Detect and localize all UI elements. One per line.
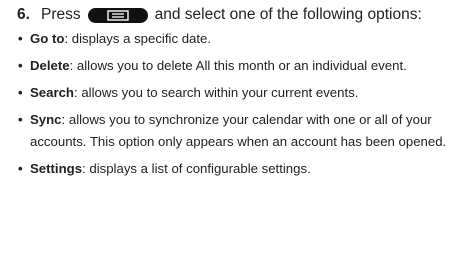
step-text-after: and select one of the following options: (154, 6, 422, 23)
option-term: Delete (30, 58, 70, 73)
option-description: : displays a list of configurable settin… (82, 161, 311, 176)
option-term: Go to (30, 31, 65, 46)
option-description: : allows you to search within your curre… (74, 85, 359, 100)
option-description: : allows you to synchronize your calenda… (30, 112, 447, 149)
option-go-to: • Go to: displays a specific date. (18, 28, 458, 50)
option-sync: • Sync: allows you to synchronize your c… (18, 109, 458, 153)
option-description: : allows you to delete All this month or… (69, 58, 407, 73)
options-list: • Go to: displays a specific date. • Del… (18, 28, 458, 185)
option-delete: • Delete: allows you to delete All this … (18, 55, 458, 77)
bullet: • (18, 58, 23, 73)
option-term: Settings (30, 161, 83, 176)
menu-key-icon (87, 7, 148, 23)
bullet: • (18, 31, 23, 46)
option-term: Sync (30, 112, 62, 127)
option-settings: • Settings: displays a list of configura… (18, 158, 458, 180)
instruction-step: 6. Press and select one of the following… (17, 4, 472, 26)
option-search: • Search: allows you to search within yo… (18, 82, 458, 104)
option-description: : displays a specific date. (64, 31, 212, 46)
bullet: • (18, 161, 23, 176)
step-text-before: Press (41, 6, 81, 23)
step-number: 6. (17, 6, 30, 23)
bullet: • (18, 112, 23, 127)
option-term: Search (30, 85, 74, 100)
menu-glyph-icon (106, 9, 129, 21)
step-line: 6. Press and select one of the following… (17, 4, 472, 26)
bullet: • (18, 85, 23, 100)
